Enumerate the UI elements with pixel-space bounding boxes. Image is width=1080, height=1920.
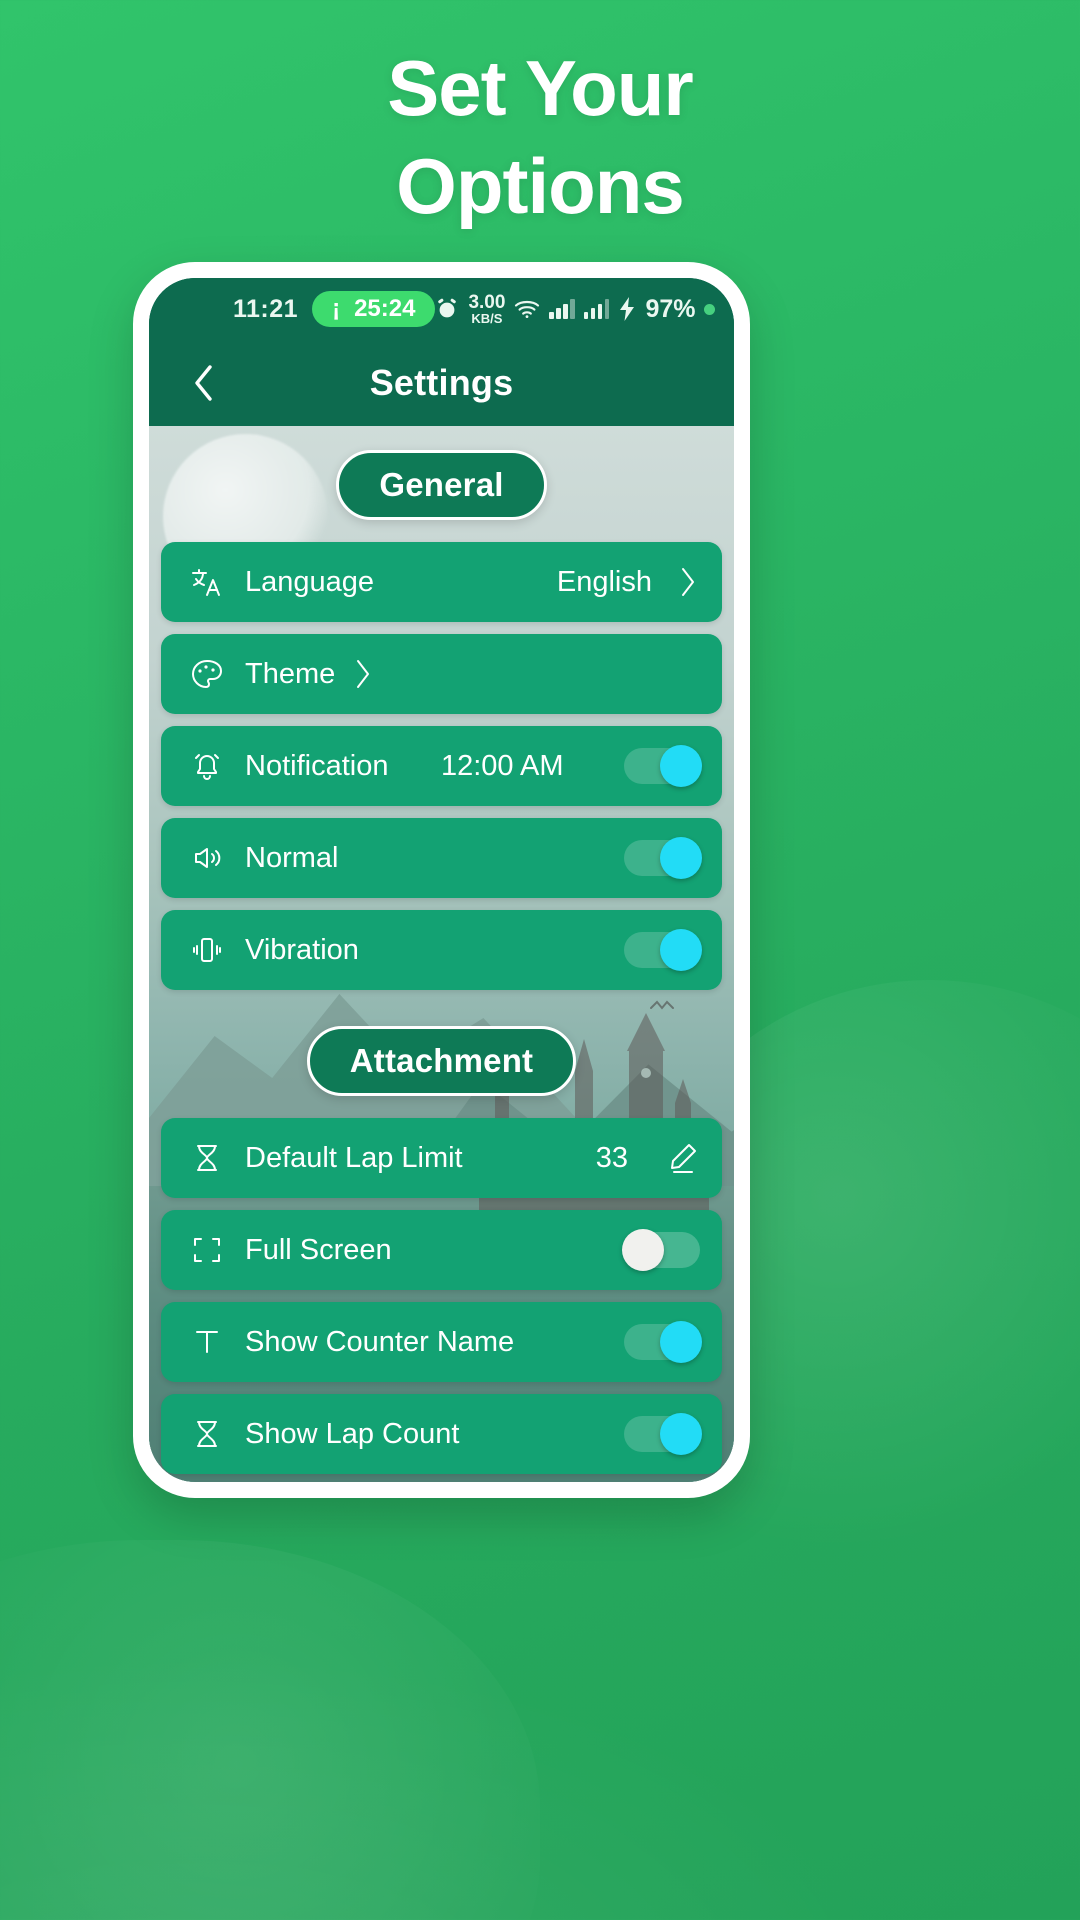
settings-row-full-screen[interactable]: Full Screen: [161, 1210, 722, 1290]
settings-row-value: 33: [595, 1141, 628, 1174]
toggle-switch[interactable]: [624, 1321, 702, 1363]
status-bar-left: 11:21 ¡ 25:24: [233, 291, 436, 327]
fullscreen-icon: [185, 1228, 229, 1272]
status-time: 11:21: [233, 294, 299, 323]
toggle-switch[interactable]: [622, 1229, 700, 1271]
section-chip-general[interactable]: General: [336, 450, 547, 520]
hourglass-icon: [185, 1412, 229, 1456]
settings-row-label: Notification: [245, 749, 389, 782]
alarm-clock-icon: [435, 297, 459, 321]
pill-timer-value: 25:24: [354, 295, 416, 322]
toggle-switch[interactable]: [624, 929, 702, 971]
network-speed-unit: KB/S: [471, 311, 503, 326]
poster-headline: Set Your Options: [0, 40, 1080, 235]
settings-row-value: 12:00 AM: [440, 749, 564, 782]
text-t-icon: [185, 1320, 229, 1364]
back-button[interactable]: [177, 356, 231, 410]
toggle-knob: [660, 1321, 702, 1363]
edit-pencil-icon[interactable]: [666, 1141, 700, 1175]
hourglass-icon: [185, 1136, 229, 1180]
poster-headline-line1: Set Your: [387, 44, 694, 132]
settings-row-default-lap-limit[interactable]: Default Lap Limit 33: [161, 1118, 722, 1198]
settings-row-normal[interactable]: Normal: [161, 818, 722, 898]
settings-row-label: Language: [245, 565, 375, 598]
status-timer-pill: ¡ 25:24: [312, 291, 436, 327]
toggle-knob: [622, 1229, 664, 1271]
phone-mockup: 11:21 ¡ 25:24 3.00 KB/S 97% Settings Gen…: [133, 262, 750, 1498]
app-bar: Settings: [149, 340, 734, 426]
settings-row-language[interactable]: Language English: [161, 542, 722, 622]
wifi-icon: [514, 299, 540, 319]
toggle-switch[interactable]: [624, 1413, 702, 1455]
chevron-left-icon: [189, 361, 219, 405]
lightning-bolt-icon: [618, 297, 636, 321]
settings-row-group: Language English Theme Notification 12:00 AM…: [149, 542, 734, 990]
settings-row-notification[interactable]: Notification 12:00 AM: [161, 726, 722, 806]
battery-percentage: 97%: [645, 294, 696, 323]
toggle-knob: [660, 837, 702, 879]
status-bar: 11:21 ¡ 25:24 3.00 KB/S 97%: [149, 278, 734, 340]
toggle-knob: [660, 929, 702, 971]
network-speed: 3.00 KB/S: [468, 293, 505, 325]
settings-row-label: Show Lap Count: [245, 1417, 460, 1450]
settings-content: General Language English Theme Notification 1…: [149, 426, 734, 1482]
settings-row-vibration[interactable]: Vibration: [161, 910, 722, 990]
palette-icon: [185, 652, 229, 696]
settings-row-label: Full Screen: [245, 1233, 392, 1266]
signal-bars-icon: [549, 299, 575, 319]
pill-dots-icon: ¡: [332, 295, 341, 322]
speaker-icon: [185, 836, 229, 880]
toggle-switch[interactable]: [624, 745, 702, 787]
signal-bars-icon-2: [583, 299, 610, 319]
settings-row-group: Default Lap Limit 33 Full Screen Show Count…: [149, 1118, 734, 1482]
toggle-switch[interactable]: [624, 837, 702, 879]
background-swoosh: [0, 1490, 1080, 1920]
section-chip-wrap: General: [149, 426, 734, 542]
chevron-right-icon[interactable]: [676, 564, 700, 600]
vibration-icon: [185, 928, 229, 972]
settings-row-value: English: [556, 565, 652, 598]
status-bar-right: 3.00 KB/S 97%: [435, 293, 716, 325]
toggle-knob: [660, 745, 702, 787]
page-title: Settings: [369, 362, 514, 403]
bell-icon: [185, 744, 229, 788]
settings-row-show-counter-name[interactable]: Show Counter Name: [161, 1302, 722, 1382]
settings-row-label: Show Counter Name: [245, 1325, 515, 1358]
translate-icon: [185, 560, 229, 604]
settings-row-label: Theme: [245, 657, 336, 690]
toggle-knob: [660, 1413, 702, 1455]
chevron-right-icon[interactable]: [351, 656, 375, 692]
section-chip-wrap: Attachment: [149, 1002, 734, 1118]
background-blob-left: [0, 1540, 540, 1920]
green-dot-icon: [704, 303, 716, 315]
settings-row-label: Vibration: [245, 933, 359, 966]
settings-row-show-lap-count[interactable]: Show Lap Count: [161, 1394, 722, 1474]
settings-row-label: Normal: [245, 841, 339, 874]
phone-screen: 11:21 ¡ 25:24 3.00 KB/S 97% Settings Gen…: [149, 278, 734, 1482]
poster-headline-line2: Options: [396, 141, 685, 230]
network-speed-value: 3.00: [468, 292, 506, 313]
settings-row-theme[interactable]: Theme: [161, 634, 722, 714]
settings-scroll-area[interactable]: General Language English Theme Notification 1…: [149, 426, 734, 1482]
section-chip-attachment[interactable]: Attachment: [306, 1026, 577, 1096]
settings-row-label: Default Lap Limit: [245, 1141, 463, 1174]
